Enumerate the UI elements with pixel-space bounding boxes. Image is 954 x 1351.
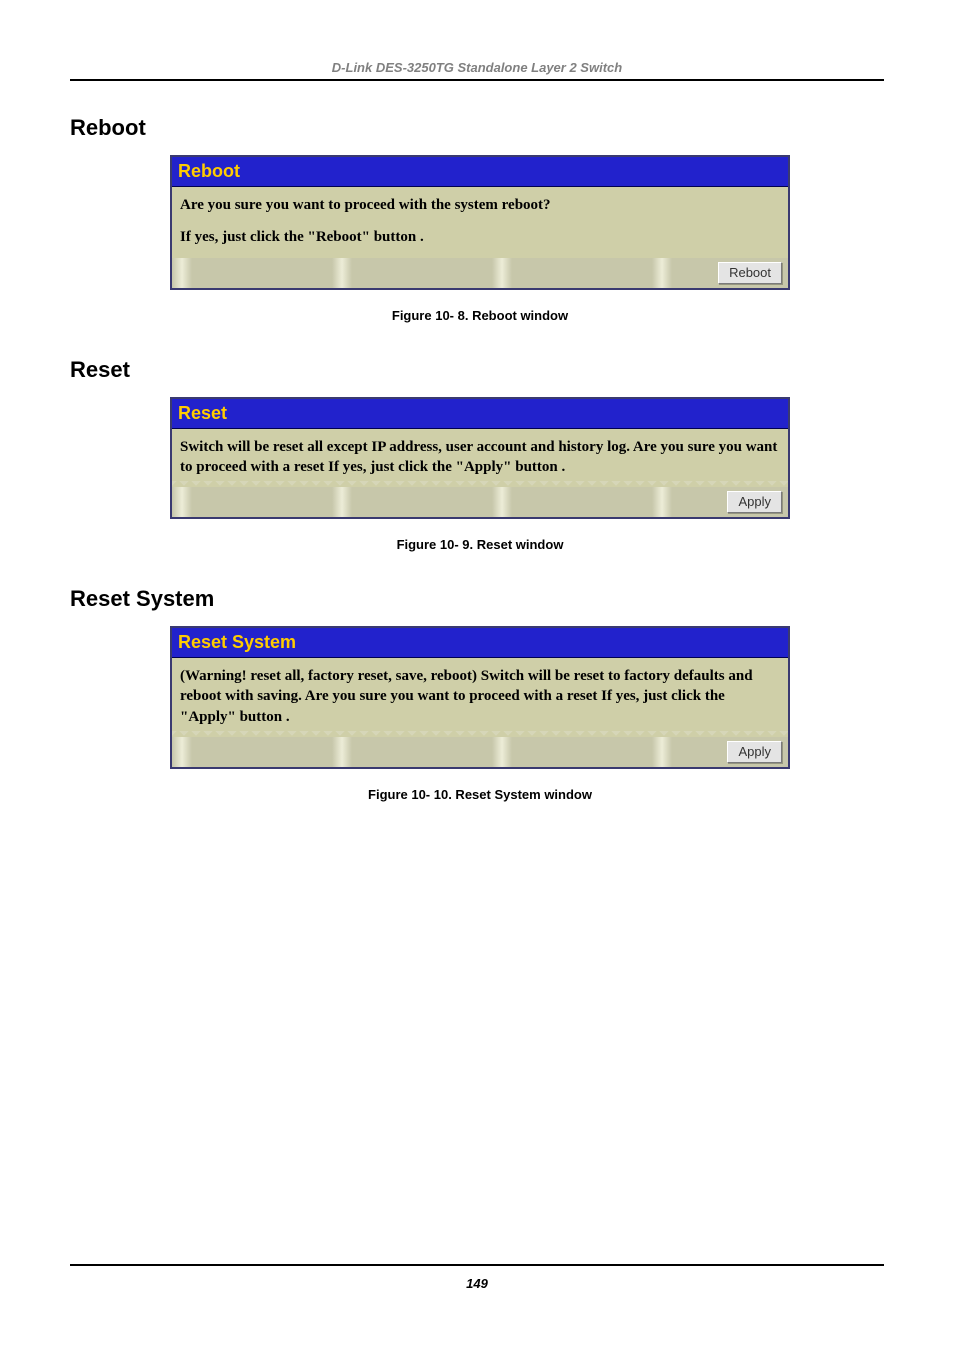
reset-msg-1: Switch will be reset all except IP addre… [180,437,780,478]
reset-system-caption: Figure 10- 10. Reset System window [170,787,790,802]
reset-panel-footer: Apply [172,487,788,517]
footer-rule [70,1264,884,1266]
reset-caption: Figure 10- 9. Reset window [170,537,790,552]
reboot-panel: Reboot Are you sure you want to proceed … [170,155,790,290]
reset-panel-title: Reset [172,399,788,429]
page-footer: 149 [70,1264,884,1291]
reset-system-apply-button[interactable]: Apply [727,741,782,763]
reset-panel-body: Switch will be reset all except IP addre… [172,429,788,488]
reboot-panel-body: Are you sure you want to proceed with th… [172,187,788,258]
reboot-caption: Figure 10- 8. Reboot window [170,308,790,323]
reset-panel: Reset Switch will be reset all except IP… [170,397,790,520]
reset-system-panel-footer: Apply [172,737,788,767]
section-heading-reset-system: Reset System [70,586,884,612]
reboot-panel-title: Reboot [172,157,788,187]
page: D-Link DES-3250TG Standalone Layer 2 Swi… [0,0,954,1351]
reset-panel-wrap: Reset Switch will be reset all except IP… [170,397,790,553]
reboot-button[interactable]: Reboot [718,262,782,284]
reset-apply-button[interactable]: Apply [727,491,782,513]
reset-system-panel-wrap: Reset System (Warning! reset all, factor… [170,626,790,802]
doc-header: D-Link DES-3250TG Standalone Layer 2 Swi… [70,60,884,79]
reset-system-panel: Reset System (Warning! reset all, factor… [170,626,790,769]
reset-system-panel-title: Reset System [172,628,788,658]
reboot-panel-wrap: Reboot Are you sure you want to proceed … [170,155,790,323]
reboot-msg-1: Are you sure you want to proceed with th… [180,195,780,215]
section-heading-reboot: Reboot [70,115,884,141]
reset-system-panel-body: (Warning! reset all, factory reset, save… [172,658,788,737]
page-number: 149 [70,1276,884,1291]
header-rule [70,79,884,81]
reboot-msg-2: If yes, just click the "Reboot" button . [180,227,780,247]
section-heading-reset: Reset [70,357,884,383]
reset-system-msg-1: (Warning! reset all, factory reset, save… [180,666,780,727]
reboot-panel-footer: Reboot [172,258,788,288]
